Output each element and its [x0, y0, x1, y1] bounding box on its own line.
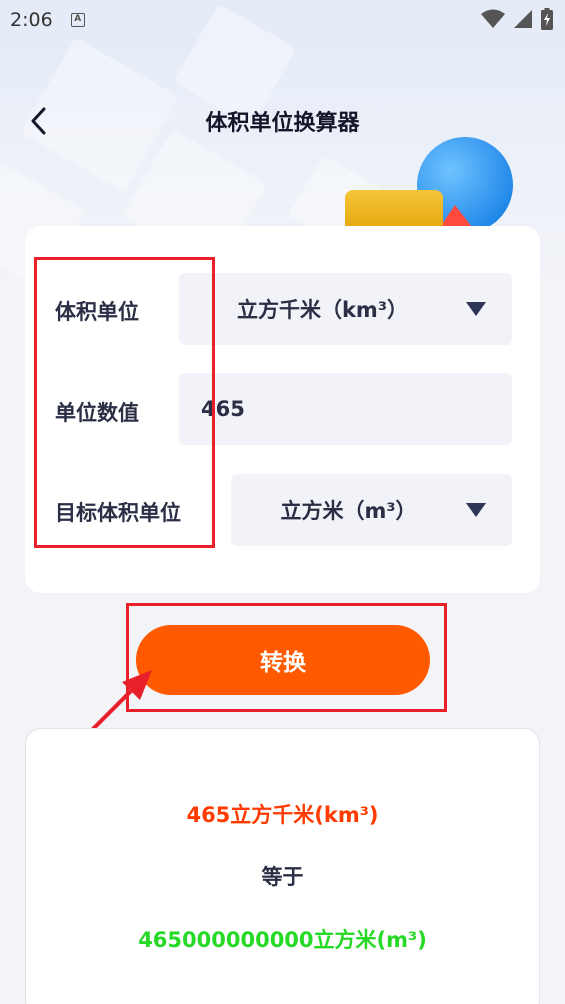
- result-target: 465000000000立方米(m³): [138, 928, 427, 952]
- annotation-box-button: [126, 603, 447, 712]
- target-unit-select[interactable]: 立方米（m³）: [231, 474, 512, 546]
- a-notification-icon: A: [70, 13, 85, 27]
- result-equals: 等于: [261, 865, 304, 889]
- signal-icon: [514, 10, 532, 28]
- dropdown-caret-icon: [466, 302, 486, 316]
- status-time: 2:06: [10, 9, 53, 31]
- target-unit-value: 立方米（m³）: [280, 499, 417, 523]
- decorative-shapes: [345, 137, 513, 235]
- unit-value-input[interactable]: 465: [179, 373, 512, 445]
- result-source: 465立方千米(km³): [186, 803, 379, 827]
- battery-icon: [541, 8, 553, 30]
- page-title: 体积单位换算器: [205, 111, 360, 136]
- volume-unit-select[interactable]: 立方千米（km³）: [179, 273, 512, 345]
- status-bar: 2:06 A: [0, 0, 565, 40]
- dropdown-caret-icon: [466, 503, 486, 517]
- wifi-icon: [481, 9, 505, 28]
- back-arrow-icon: [31, 107, 46, 135]
- volume-unit-value: 立方千米（km³）: [236, 298, 409, 322]
- result-card: 465立方千米(km³) 等于 465000000000立方米(m³): [25, 728, 540, 1004]
- annotation-box-labels: [34, 257, 215, 548]
- back-button[interactable]: [22, 103, 58, 139]
